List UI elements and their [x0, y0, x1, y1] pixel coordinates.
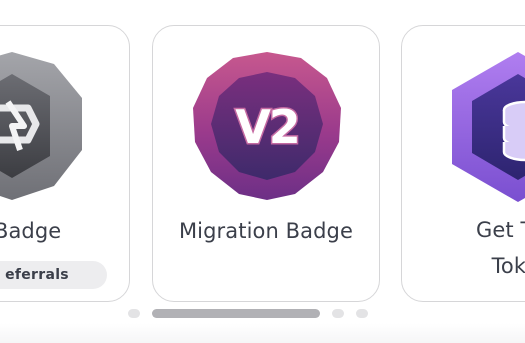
bottom-fade — [0, 323, 525, 343]
coin-stack-icon — [502, 100, 525, 162]
badge-card-title: y Badge — [0, 219, 62, 243]
badge-card-title: Migration Badge — [178, 219, 354, 243]
page-dot[interactable] — [356, 309, 368, 318]
badge-card-migration[interactable]: V2 Migration Badge — [152, 25, 380, 302]
test-token-badge-icon — [452, 52, 525, 202]
badge-card-title: Get Tes Toke — [476, 218, 525, 278]
badge-carousel: y Badge eferrals V2 Migration Badge — [0, 0, 525, 343]
v2-migration-badge-icon: V2 — [193, 52, 341, 200]
referral-badge-icon — [0, 52, 82, 200]
carousel-page-indicator — [0, 309, 525, 319]
page-dot[interactable] — [128, 309, 140, 318]
badge-category-chip: eferrals — [0, 261, 107, 289]
page-dot-active[interactable] — [152, 309, 320, 318]
badge-card-test-tokens[interactable]: Get Tes Toke — [401, 25, 525, 302]
badge-card-referral[interactable]: y Badge eferrals — [0, 25, 130, 302]
v2-badge-text: V2 — [235, 100, 299, 154]
page-dot[interactable] — [332, 309, 344, 318]
